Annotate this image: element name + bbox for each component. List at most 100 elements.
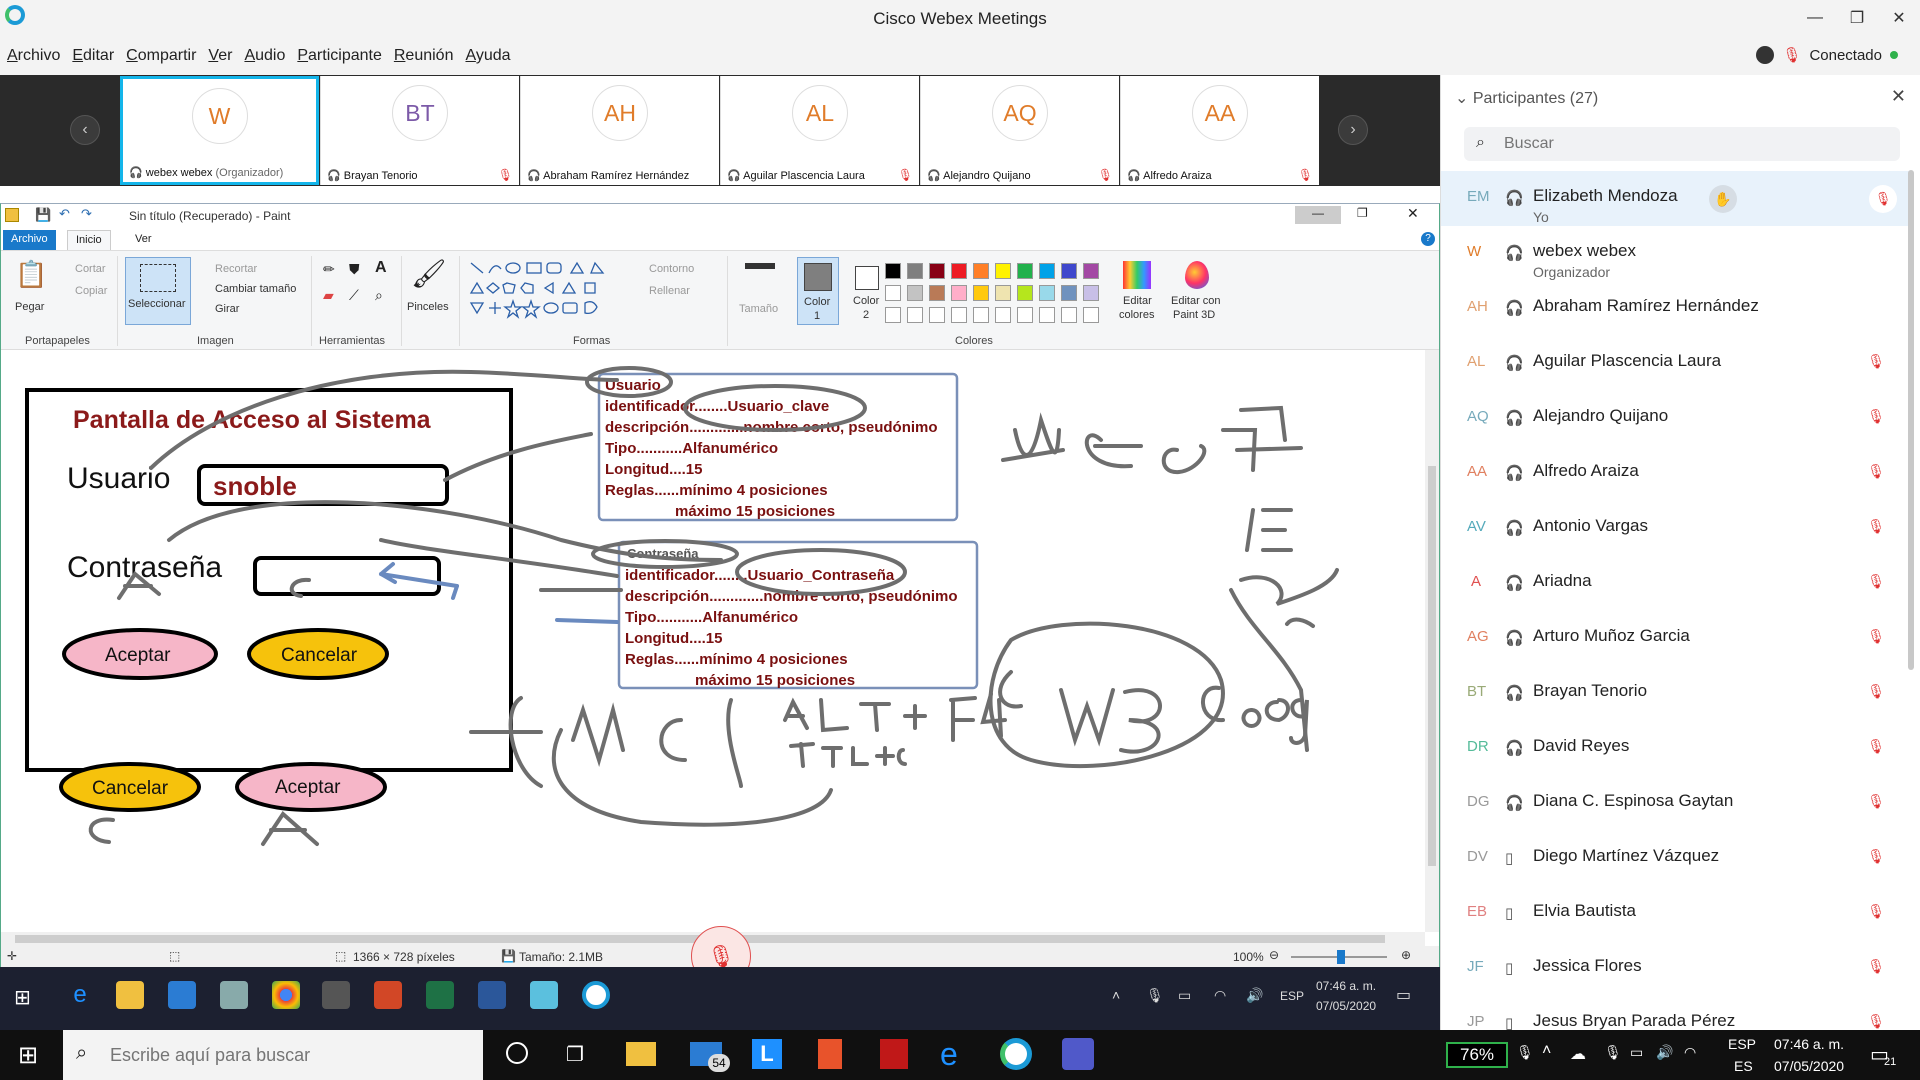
video-tile[interactable]: AH 🎧 Abraham Ramírez Hernández: [520, 76, 719, 185]
list-item[interactable]: A 🎧 Ariadna 🎙: [1441, 556, 1911, 611]
mcafee-icon[interactable]: [880, 1039, 908, 1069]
clock-time[interactable]: 07:46 a. m.: [1774, 1036, 1844, 1052]
list-item[interactable]: AG 🎧 Arturo Muñoz Garcia 🎙: [1441, 611, 1911, 666]
text-icon[interactable]: A: [375, 259, 387, 277]
pegar-label[interactable]: Pegar: [15, 301, 44, 313]
close-icon[interactable]: ✕: [1878, 0, 1920, 36]
fill-icon[interactable]: ⛊: [349, 261, 360, 278]
palette-swatch[interactable]: [885, 263, 901, 279]
contorno-button[interactable]: Contorno: [649, 263, 694, 275]
office-icon[interactable]: [818, 1039, 842, 1069]
paint-task-icon[interactable]: [322, 981, 350, 1009]
minimize-icon[interactable]: —: [1794, 0, 1836, 36]
palette-swatch[interactable]: [951, 307, 967, 323]
list-item[interactable]: BT 🎧 Brayan Tenorio 🎙: [1441, 666, 1911, 721]
pinceles-button[interactable]: Pinceles: [407, 301, 449, 313]
list-item[interactable]: W 🎧 webex webex Organizador: [1441, 226, 1911, 281]
menu-compartir[interactable]: Compartir: [126, 47, 196, 65]
palette-swatch[interactable]: [995, 285, 1011, 301]
paste-icon[interactable]: 📋: [15, 259, 47, 290]
paint3d-icon[interactable]: [1185, 261, 1209, 289]
video-tile[interactable]: AL 🎧 Aguilar Plascencia Laura 🎙: [720, 76, 919, 185]
palette-swatch[interactable]: [1061, 285, 1077, 301]
palette-swatch[interactable]: [1083, 263, 1099, 279]
video-tile[interactable]: BT 🎧 Brayan Tenorio 🎙: [320, 76, 519, 185]
palette-swatch[interactable]: [1061, 263, 1077, 279]
zoom-in-icon[interactable]: ⊕: [1401, 948, 1411, 962]
editar-colores-label2[interactable]: colores: [1119, 309, 1154, 321]
search-input[interactable]: [1504, 131, 1884, 157]
girar-button[interactable]: Girar: [215, 303, 239, 315]
list-item[interactable]: JP ▯ Jesus Bryan Parada Pérez 🎙: [1441, 996, 1911, 1030]
chrome-icon[interactable]: [272, 981, 300, 1009]
palette-swatch[interactable]: [885, 307, 901, 323]
webex-task-icon[interactable]: [1000, 1038, 1032, 1070]
paint-restore-icon[interactable]: ❐: [1357, 206, 1368, 220]
palette-swatch[interactable]: [885, 285, 901, 301]
tab-ver[interactable]: Ver: [127, 230, 160, 250]
recortar-button[interactable]: Recortar: [215, 263, 257, 275]
help-icon[interactable]: ?: [1421, 232, 1435, 246]
editar-colores-label1[interactable]: Editar: [1123, 295, 1152, 307]
mail-icon[interactable]: [168, 981, 196, 1009]
task-view-icon[interactable]: ❐: [566, 1042, 584, 1067]
cambiar-tamano-button[interactable]: Cambiar tamaño: [215, 283, 296, 295]
palette-swatch[interactable]: [907, 263, 923, 279]
app-icon[interactable]: [220, 981, 248, 1009]
paint-minimize-icon[interactable]: —: [1295, 206, 1341, 224]
list-item[interactable]: EB ▯ Elvia Bautista 🎙: [1441, 886, 1911, 941]
menu-archivo[interactable]: Archivo: [7, 47, 60, 65]
zoom-thumb[interactable]: [1337, 950, 1345, 964]
palette-swatch[interactable]: [995, 307, 1011, 323]
palette-swatch[interactable]: [973, 263, 989, 279]
select-button[interactable]: Seleccionar: [125, 257, 191, 325]
palette-swatch[interactable]: [1061, 307, 1077, 323]
palette-swatch[interactable]: [929, 285, 945, 301]
prev-arrow-icon[interactable]: ‹: [70, 115, 100, 145]
audio-status-icon[interactable]: [1756, 46, 1775, 64]
rdp-icon[interactable]: [530, 981, 558, 1009]
lang-secondary[interactable]: ES: [1734, 1058, 1753, 1074]
list-item[interactable]: JF ▯ Jessica Flores 🎙: [1441, 941, 1911, 996]
menu-editar[interactable]: Editar: [72, 47, 114, 65]
tray-chevron-icon[interactable]: ˄: [1112, 987, 1120, 1003]
l-app-icon[interactable]: L: [752, 1039, 782, 1069]
list-item[interactable]: AQ 🎧 Alejandro Quijano 🎙: [1441, 391, 1911, 446]
chevron-down-icon[interactable]: ⌄: [1455, 90, 1468, 107]
windows-start-icon[interactable]: ⊞: [18, 1041, 38, 1070]
list-item[interactable]: AV 🎧 Antonio Vargas 🎙: [1441, 501, 1911, 556]
palette-swatch[interactable]: [1083, 307, 1099, 323]
drawing-svg[interactable]: Pantalla de Acceso al Sistema Usuario sn…: [1, 350, 1425, 932]
palette-swatch[interactable]: [929, 307, 945, 323]
palette-swatch[interactable]: [907, 285, 923, 301]
palette-swatch[interactable]: [1017, 307, 1033, 323]
folder-icon[interactable]: [116, 981, 144, 1009]
magnifier-icon[interactable]: ⌕: [375, 287, 383, 304]
tamano-button[interactable]: Tamaño: [739, 303, 778, 315]
list-item[interactable]: AL 🎧 Aguilar Plascencia Laura 🎙: [1441, 336, 1911, 391]
menu-reunion[interactable]: Reunión: [394, 47, 454, 65]
list-item[interactable]: AA 🎧 Alfredo Araiza 🎙: [1441, 446, 1911, 501]
lang-primary[interactable]: ESP: [1728, 1036, 1756, 1052]
cortar-button[interactable]: Cortar: [75, 263, 106, 275]
palette-swatch[interactable]: [1017, 263, 1033, 279]
palette-swatch[interactable]: [907, 307, 923, 323]
palette-swatch[interactable]: [1017, 285, 1033, 301]
undo-icon[interactable]: ↶: [59, 206, 70, 222]
raise-hand-icon[interactable]: ✋: [1709, 185, 1737, 213]
shapes-gallery[interactable]: [467, 259, 627, 319]
rellenar-button[interactable]: Rellenar: [649, 285, 690, 297]
palette-swatch[interactable]: [973, 285, 989, 301]
pencil-icon[interactable]: ✏: [323, 261, 335, 278]
mic-muted-icon[interactable]: 🎙: [1782, 46, 1801, 64]
color-picker-icon[interactable]: ⟋: [349, 287, 359, 304]
paint-canvas[interactable]: Pantalla de Acceso al Sistema Usuario sn…: [1, 350, 1439, 932]
tray-notification-icon[interactable]: ▭: [1396, 985, 1411, 1005]
maximize-icon[interactable]: ❐: [1836, 0, 1878, 36]
next-arrow-icon[interactable]: ›: [1338, 115, 1368, 145]
list-item[interactable]: DV ▯ Diego Martínez Vázquez 🎙: [1441, 831, 1911, 886]
tab-inicio[interactable]: Inicio: [67, 230, 111, 250]
volume-icon[interactable]: 🔊: [1656, 1044, 1673, 1061]
copiar-button[interactable]: Copiar: [75, 285, 107, 297]
vscroll-thumb[interactable]: [1428, 466, 1436, 866]
